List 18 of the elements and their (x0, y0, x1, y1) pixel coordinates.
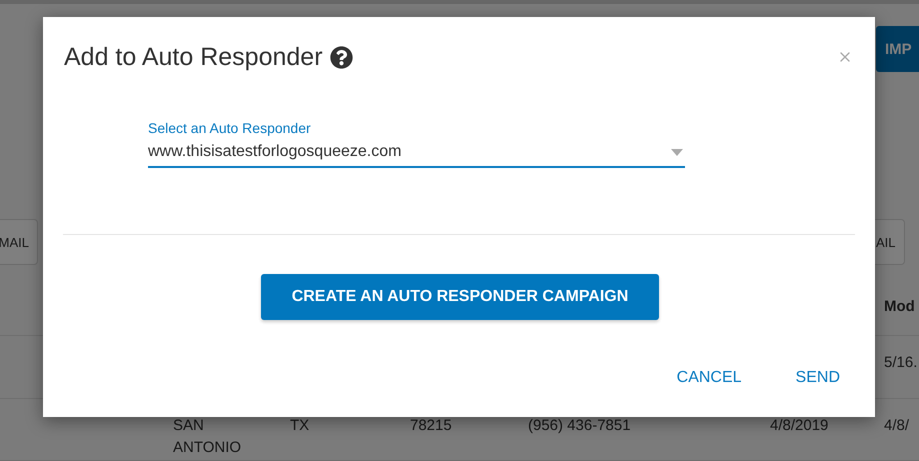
toolbar-button[interactable]: IMP (876, 26, 919, 72)
cancel-button[interactable]: CANCEL (664, 365, 754, 391)
field-label: Select an Auto Responder (148, 120, 312, 136)
table-cell-text: SAN ANTONIO (173, 416, 242, 458)
column-header: Mod (884, 298, 916, 316)
select-field[interactable]: www.thisisatestforlogosqueeze.com (148, 138, 685, 168)
caret-icon (671, 148, 683, 156)
tab[interactable]: MAIL (0, 219, 38, 266)
create-campaign-button[interactable]: CREATE AN AUTO RESPONDER CAMPAIGN (261, 274, 659, 320)
table-cell-text: (956) 436-7851 (528, 416, 632, 436)
table-cell-text: 4/8/ (884, 416, 910, 436)
dialog-title: Add to Auto Responder (64, 42, 323, 72)
table-cell-text: 4/8/2019 (770, 416, 830, 436)
table-cell-text: TX (290, 416, 310, 436)
table-cell-text: 78215 (410, 416, 453, 436)
send-button[interactable]: SEND (784, 365, 852, 391)
table-cell-text: 5/16. (884, 353, 918, 374)
help-icon[interactable] (330, 46, 353, 68)
